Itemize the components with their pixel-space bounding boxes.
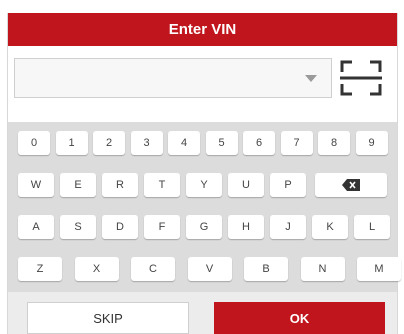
key-7[interactable]: 7	[280, 131, 313, 155]
key-d[interactable]: D	[102, 215, 138, 239]
keyboard-row-4: ZXCVBNM	[8, 257, 401, 281]
skip-button[interactable]: SKIP	[27, 302, 189, 334]
key-u[interactable]: U	[228, 173, 264, 197]
key-b[interactable]: B	[244, 257, 288, 281]
keyboard-row-digits: 0123456789	[8, 131, 397, 155]
vin-input[interactable]	[14, 58, 332, 98]
keyboard-row-3: ASDFGHJKL	[8, 215, 397, 239]
key-9[interactable]: 9	[355, 131, 388, 155]
scan-frame-icon[interactable]	[338, 57, 384, 99]
vin-keyboard: 0123456789 WERTYUP ASDFGHJKL ZXCVBNM	[8, 122, 401, 292]
key-a[interactable]: A	[18, 215, 54, 239]
key-c[interactable]: C	[131, 257, 175, 281]
key-0[interactable]: 0	[18, 131, 50, 155]
dialog-title: Enter VIN	[168, 21, 237, 38]
key-z[interactable]: Z	[18, 257, 62, 281]
key-v[interactable]: V	[187, 257, 232, 281]
key-4[interactable]: 4	[168, 131, 200, 155]
vin-dialog: Enter VIN 0123456789 WERTYUP ASDFGHJKL Z…	[7, 13, 401, 334]
key-p[interactable]: P	[270, 173, 306, 197]
key-6[interactable]: 6	[243, 131, 275, 155]
key-y[interactable]: Y	[186, 173, 222, 197]
dialog-actions: SKIP OK	[8, 292, 397, 334]
key-t[interactable]: T	[144, 173, 180, 197]
key-f[interactable]: F	[144, 215, 180, 239]
key-w[interactable]: W	[18, 173, 54, 197]
key-1[interactable]: 1	[55, 131, 88, 155]
backspace-icon	[342, 179, 360, 191]
key-g[interactable]: G	[186, 215, 222, 239]
key-e[interactable]: E	[60, 173, 96, 197]
key-8[interactable]: 8	[318, 131, 350, 155]
key-5[interactable]: 5	[205, 131, 238, 155]
key-n[interactable]: N	[300, 257, 345, 281]
key-3[interactable]: 3	[130, 131, 163, 155]
key-m[interactable]: M	[357, 257, 401, 281]
key-s[interactable]: S	[60, 215, 96, 239]
key-x[interactable]: X	[74, 257, 119, 281]
key-l[interactable]: L	[354, 215, 390, 239]
chevron-down-icon[interactable]	[305, 75, 317, 82]
dialog-title-bar: Enter VIN	[8, 13, 397, 46]
key-2[interactable]: 2	[93, 131, 125, 155]
key-h[interactable]: H	[228, 215, 264, 239]
keyboard-row-2: WERTYUP	[8, 173, 397, 197]
key-k[interactable]: K	[312, 215, 348, 239]
key-j[interactable]: J	[270, 215, 306, 239]
backspace-key[interactable]	[315, 173, 387, 197]
ok-button[interactable]: OK	[214, 302, 385, 334]
key-r[interactable]: R	[102, 173, 138, 197]
